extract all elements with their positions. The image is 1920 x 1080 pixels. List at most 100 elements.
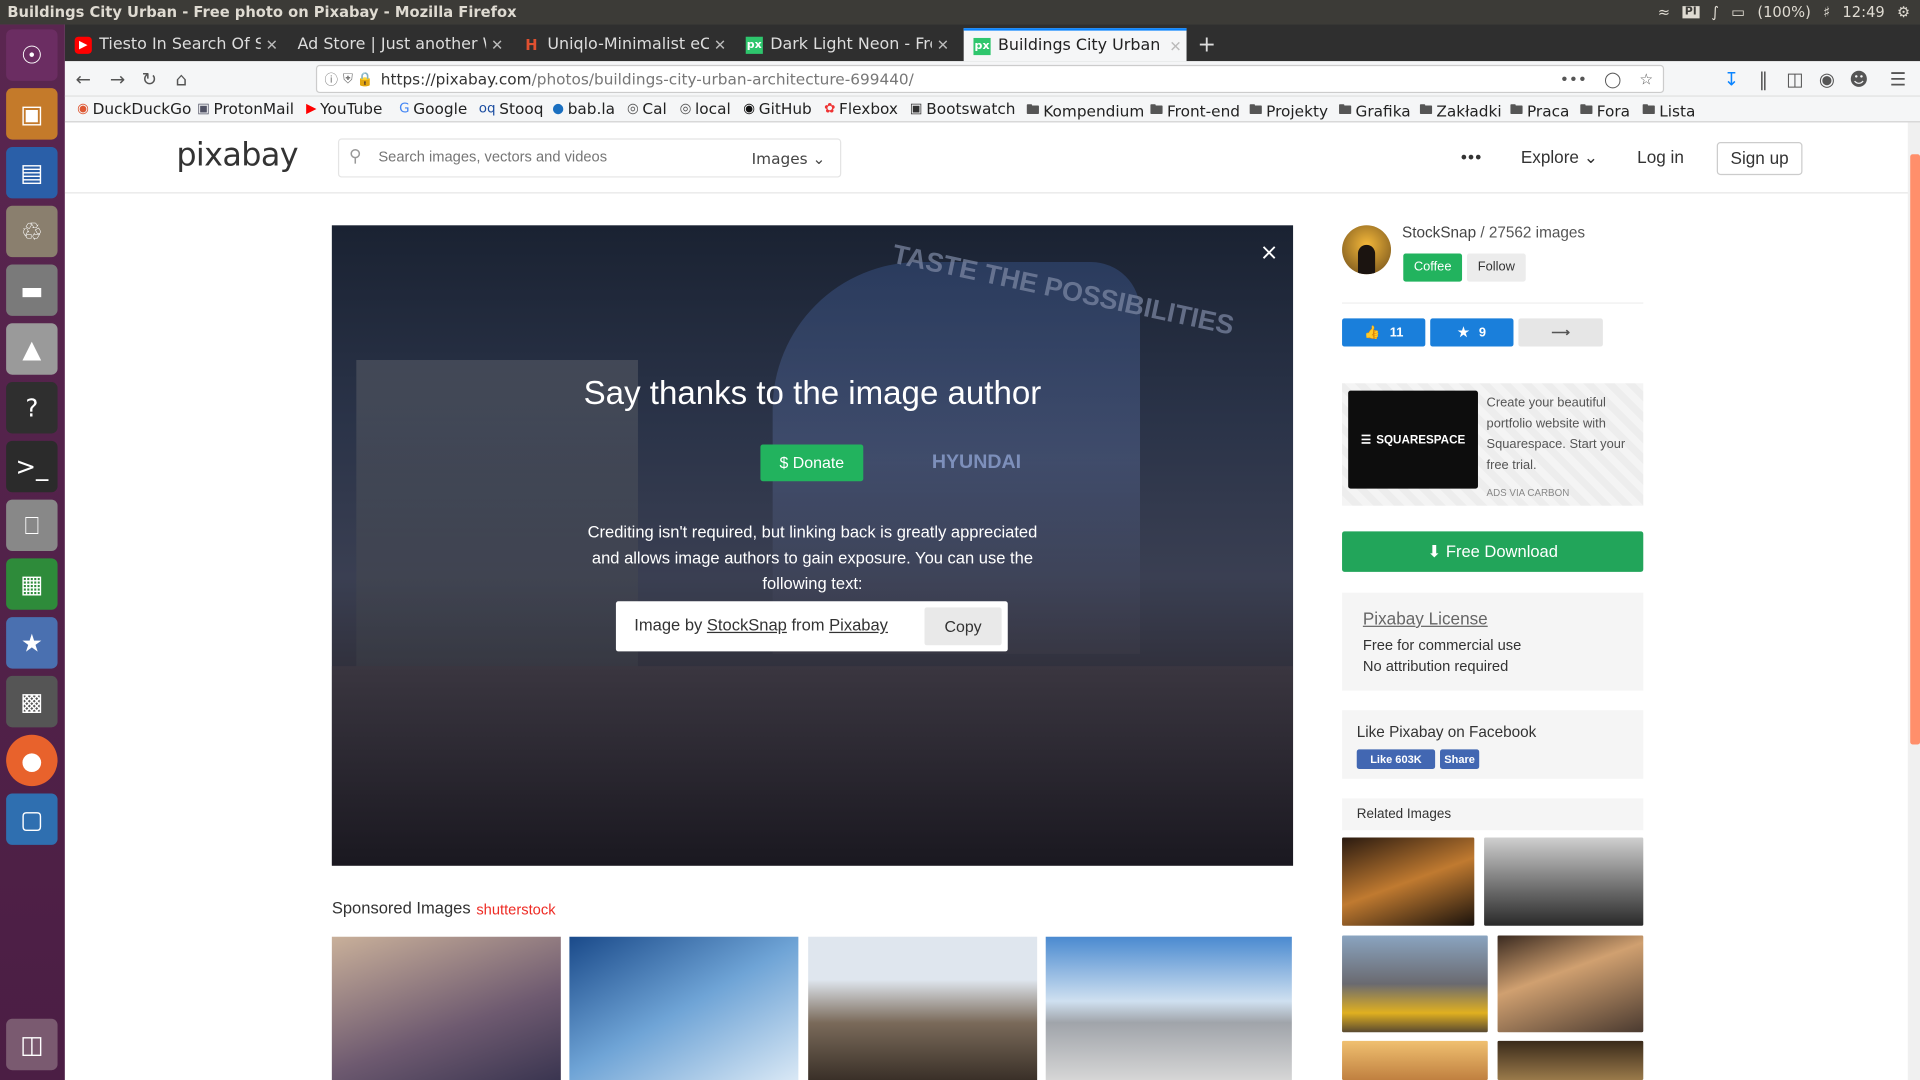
url-bar[interactable]: ⓘ ⛨ 🔒 https://pixabay.com/photos/buildin… bbox=[315, 64, 1665, 94]
ubuntu-logo-icon[interactable]: ☉ bbox=[6, 29, 58, 81]
author-name-link[interactable]: StockSnap bbox=[1402, 224, 1476, 241]
bookmark-babla[interactable]: ● bab.la bbox=[552, 99, 615, 117]
bookmark-flexbox[interactable]: ✿ Flexbox bbox=[824, 99, 898, 117]
close-icon[interactable]: ✕ bbox=[932, 36, 954, 53]
related-image[interactable] bbox=[1484, 837, 1644, 926]
bookmark-folder-zakladki[interactable]: 🖿 Zakładki bbox=[1419, 99, 1501, 122]
files-icon[interactable]: ▣ bbox=[6, 88, 58, 140]
bookmark-folder-lista[interactable]: 🖿 Lista bbox=[1642, 99, 1695, 122]
facebook-share-button[interactable]: Share bbox=[1440, 749, 1480, 769]
related-image[interactable] bbox=[1497, 1040, 1644, 1080]
battery-icon[interactable]: ▭ bbox=[1731, 4, 1745, 21]
terminal-icon[interactable]: >_ bbox=[6, 440, 58, 493]
sponsored-image[interactable] bbox=[1045, 936, 1292, 1080]
sidebar-icon[interactable]: ◫ bbox=[1782, 66, 1809, 93]
follow-button[interactable]: Follow bbox=[1466, 253, 1526, 282]
info-icon[interactable]: ⓘ bbox=[324, 69, 337, 89]
shield-icon[interactable]: ⛨ bbox=[343, 70, 353, 87]
related-image[interactable] bbox=[1342, 837, 1475, 926]
page-scrollbar-thumb[interactable] bbox=[1910, 154, 1920, 745]
free-download-button[interactable]: ⬇ Free Download bbox=[1342, 531, 1644, 572]
bookmark-bootswatch[interactable]: ▣ Bootswatch bbox=[910, 99, 1016, 117]
bookmark-folder-praca[interactable]: 🖿 Praca bbox=[1510, 99, 1570, 122]
related-image[interactable] bbox=[1342, 1040, 1488, 1080]
bookmark-github[interactable]: ◉ GitHub bbox=[743, 99, 811, 117]
tools-icon[interactable]: ? bbox=[6, 382, 58, 434]
license-link[interactable]: Pixabay License bbox=[1363, 609, 1488, 629]
related-image[interactable] bbox=[1497, 935, 1644, 1033]
signup-button[interactable]: Sign up bbox=[1716, 142, 1803, 176]
forward-icon[interactable]: → bbox=[104, 66, 131, 93]
search-type-select[interactable]: Images ⌄ bbox=[752, 149, 826, 167]
coffee-button[interactable]: Coffee bbox=[1403, 253, 1463, 282]
related-image[interactable] bbox=[1342, 935, 1488, 1033]
donate-button[interactable]: $ Donate bbox=[760, 444, 864, 482]
like-button[interactable]: 👍 11 bbox=[1342, 318, 1426, 347]
tab-buildings-city-urban[interactable]: px Buildings City Urban - Fr ✕ bbox=[963, 28, 1187, 62]
library-icon[interactable]: ‖ bbox=[1750, 66, 1777, 93]
tab-ad-store[interactable]: Ad Store | Just another Wo ✕ bbox=[288, 28, 508, 61]
tab-dark-light-neon[interactable]: px Dark Light Neon - Free p ✕ bbox=[736, 28, 954, 61]
sponsored-image[interactable] bbox=[331, 936, 561, 1080]
disk-icon[interactable]: ▬ bbox=[6, 264, 58, 316]
bookmark-folder-fora[interactable]: 🖿 Fora bbox=[1580, 99, 1630, 122]
install-icon[interactable]: ▲ bbox=[6, 323, 58, 375]
attribution-text[interactable]: Image by StockSnap from Pixabay bbox=[634, 616, 888, 634]
bookmark-stooq[interactable]: oq Stooq bbox=[479, 99, 544, 117]
bookmark-protonmail[interactable]: ▣ ProtonMail bbox=[197, 99, 294, 117]
more-menu-button[interactable]: ••• bbox=[1461, 147, 1483, 167]
wifi-icon[interactable]: ≈ bbox=[1658, 4, 1670, 21]
pixabay-logo[interactable]: pixabay bbox=[176, 137, 298, 174]
author-avatar[interactable] bbox=[1342, 225, 1392, 275]
calculator-icon[interactable]: ▩ bbox=[6, 675, 58, 728]
tab-uniqlo[interactable]: H Uniqlo-Minimalist eCom ✕ bbox=[513, 28, 731, 61]
search-input[interactable] bbox=[378, 148, 734, 166]
pocket-icon[interactable]: ◯ bbox=[1604, 70, 1621, 88]
carbon-ad[interactable]: ☰ SQUARESPACE Create your beautiful portf… bbox=[1342, 383, 1644, 506]
shutterstock-logo[interactable]: shutterstock bbox=[476, 901, 555, 918]
keyboard-layout[interactable]: Pl bbox=[1682, 6, 1700, 19]
bookmark-folder-grafika[interactable]: 🖿 Grafika bbox=[1338, 99, 1410, 122]
favorite-button[interactable]: ★ 9 bbox=[1430, 318, 1514, 347]
copy-button[interactable]: Copy bbox=[924, 607, 1002, 646]
sponsored-image[interactable] bbox=[808, 936, 1038, 1080]
bookmark-google[interactable]: G Google bbox=[399, 99, 467, 117]
document-icon[interactable]: ▤ bbox=[6, 146, 58, 199]
menu-icon[interactable]: ☰ bbox=[1885, 66, 1912, 93]
favorites-icon[interactable]: ★ bbox=[6, 617, 58, 669]
ads-via-carbon-link[interactable]: ADS VIA CARBON bbox=[1487, 487, 1570, 498]
bookmark-duckduckgo[interactable]: ◉ DuckDuckGo bbox=[77, 99, 191, 117]
extension-icon[interactable]: ◉ bbox=[1813, 66, 1840, 93]
clock[interactable]: 12:49 bbox=[1842, 4, 1884, 21]
account-icon[interactable]: ☻ bbox=[1845, 66, 1872, 93]
close-icon[interactable]: ✕ bbox=[709, 36, 731, 53]
gear-icon[interactable]: ⚙ bbox=[1897, 4, 1910, 21]
bookmark-local[interactable]: ◎ local bbox=[680, 99, 731, 117]
bookmark-youtube[interactable]: ▶ YouTube bbox=[306, 99, 382, 117]
close-icon[interactable]: ✕ bbox=[261, 36, 283, 53]
sponsored-image[interactable] bbox=[569, 936, 799, 1080]
page-actions-icon[interactable]: ••• bbox=[1560, 70, 1587, 88]
facebook-like-button[interactable]: Like 603K bbox=[1356, 749, 1436, 769]
spreadsheet-icon[interactable]: ▦ bbox=[6, 558, 58, 610]
close-icon[interactable]: ✕ bbox=[486, 36, 508, 53]
share-button[interactable]: ⟶ bbox=[1518, 318, 1603, 347]
bookmark-folder-kompendium[interactable]: 🖿 Kompendium bbox=[1026, 99, 1144, 122]
close-icon[interactable]: ✕ bbox=[1164, 37, 1186, 54]
lock-icon[interactable]: 🔒 bbox=[357, 71, 374, 87]
workspace-icon[interactable]: ▢ bbox=[6, 793, 58, 845]
login-link[interactable]: Log in bbox=[1637, 147, 1684, 167]
bookmark-folder-projekty[interactable]: 🖿 Projekty bbox=[1249, 99, 1328, 122]
scanner-icon[interactable]: ⎕ bbox=[6, 499, 58, 552]
close-icon[interactable]: × bbox=[1260, 240, 1278, 266]
tab-tiesto[interactable]: ▶ Tiesto In Search Of Su ✕ bbox=[65, 28, 283, 61]
new-tab-button[interactable]: + bbox=[1191, 28, 1223, 61]
bookmark-folder-frontend[interactable]: 🖿 Front-end bbox=[1150, 99, 1240, 122]
ad-text[interactable]: Create your beautiful portfolio website … bbox=[1487, 393, 1639, 476]
bluetooth-icon[interactable]: ∫ bbox=[1711, 4, 1719, 21]
back-icon[interactable]: ← bbox=[70, 66, 97, 93]
reload-icon[interactable]: ↻ bbox=[136, 66, 163, 93]
squarespace-ad-image[interactable]: ☰ SQUARESPACE bbox=[1348, 390, 1478, 489]
download-icon[interactable]: ↧ bbox=[1718, 66, 1745, 93]
star-icon[interactable]: ☆ bbox=[1639, 70, 1653, 88]
